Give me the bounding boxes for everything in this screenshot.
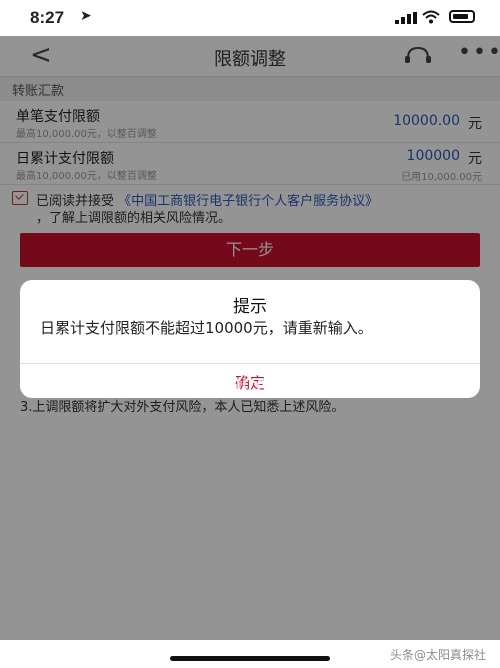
wifi-icon: [422, 10, 440, 24]
home-indicator[interactable]: [170, 656, 330, 661]
watermark: khcoo.com: [212, 368, 348, 399]
source-watermark: 头条@太阳真探社: [389, 648, 486, 662]
status-bar: 8:27 ➤: [0, 0, 500, 36]
location-arrow-icon: ➤: [80, 8, 92, 24]
dialog-message: 日累计支付限额不能超过10000元，请重新输入。: [40, 319, 373, 337]
status-time: 8:27: [30, 8, 65, 27]
dialog-title: 提示: [233, 297, 267, 317]
battery-icon: [449, 10, 475, 23]
cellular-signal-icon: [395, 12, 417, 24]
dialog-divider: [20, 363, 480, 364]
